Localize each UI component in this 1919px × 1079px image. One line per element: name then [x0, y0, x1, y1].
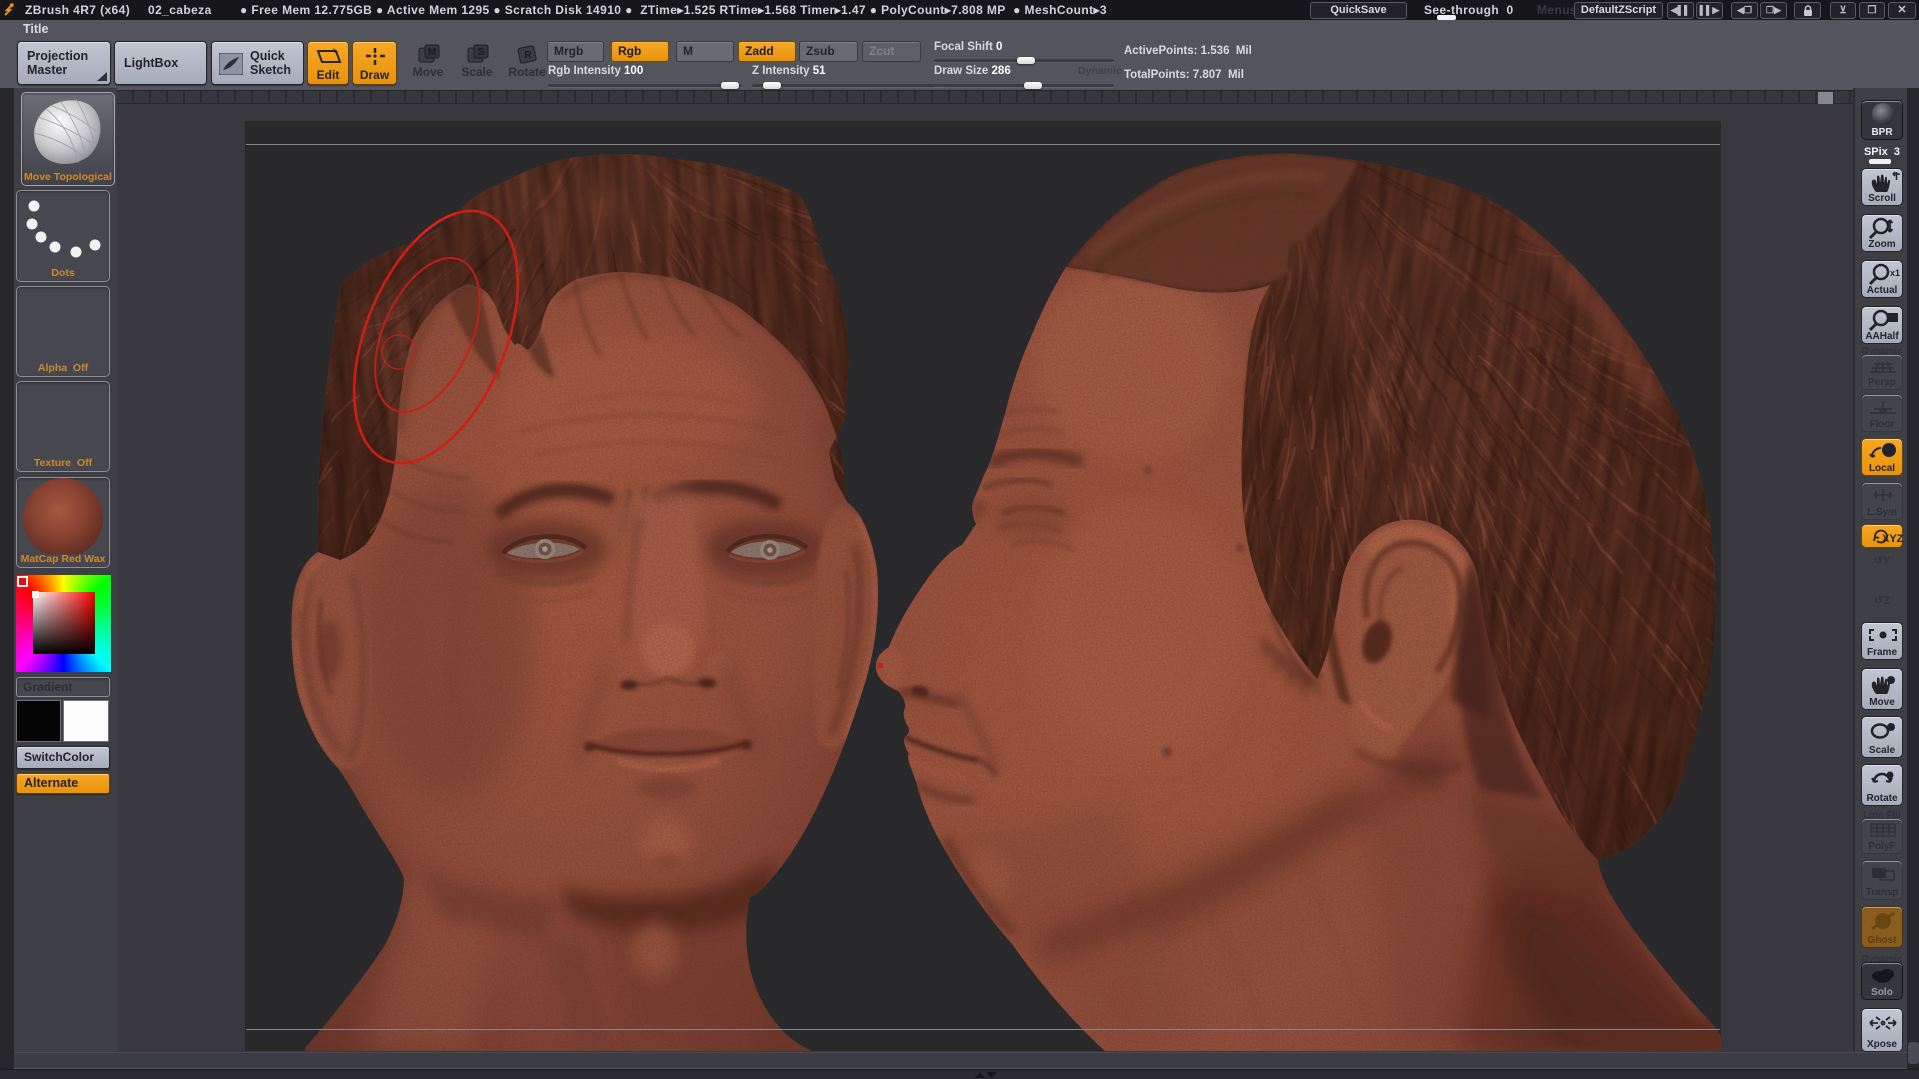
svg-text:x1: x1 [1890, 268, 1900, 278]
svg-text:XYZ: XYZ [1882, 533, 1904, 545]
